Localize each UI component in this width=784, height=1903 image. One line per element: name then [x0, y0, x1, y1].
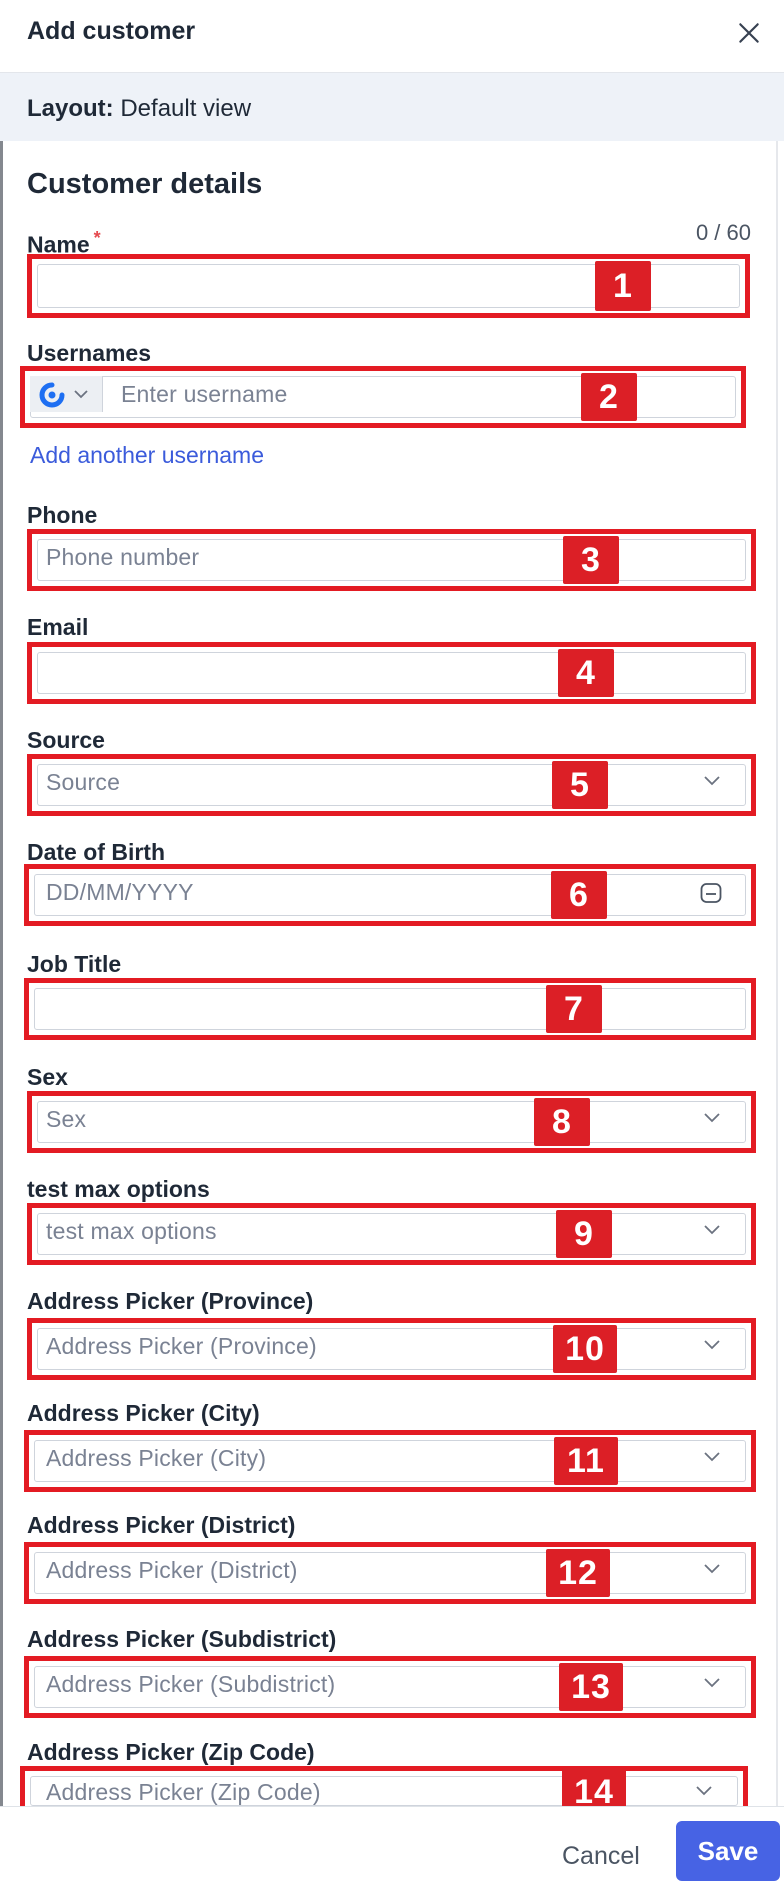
- annotation-badge: 4: [558, 649, 614, 697]
- dialog-header: Add customer: [0, 0, 784, 73]
- layout-value: Default view: [120, 95, 252, 122]
- chevron-down-icon: [704, 1678, 720, 1688]
- zip-code-placeholder: Address Picker (Zip Code): [46, 1779, 321, 1805]
- username-placeholder: Enter username: [121, 381, 288, 407]
- test-max-options-select[interactable]: test max options 9: [27, 1203, 756, 1265]
- channel-logo-icon: [39, 382, 65, 408]
- annotation-badge: 11: [554, 1437, 618, 1485]
- annotation-badge: 6: [551, 871, 607, 919]
- annotation-badge: 5: [552, 761, 608, 809]
- scroll-track: [776, 141, 778, 1806]
- chevron-down-icon: [704, 1564, 720, 1574]
- annotation-badge: 2: [581, 373, 637, 421]
- phone-label: Phone: [27, 502, 98, 528]
- job-title-input[interactable]: 7: [24, 978, 756, 1040]
- layout-label: Layout: Default view: [27, 95, 252, 122]
- job-title-label: Job Title: [27, 951, 122, 977]
- username-channel-select[interactable]: [30, 376, 103, 412]
- layout-bar[interactable]: Layout: Default view: [0, 73, 784, 141]
- zip-code-label: Address Picker (Zip Code): [27, 1739, 315, 1765]
- province-select[interactable]: Address Picker (Province) 10: [27, 1318, 756, 1380]
- sex-label: Sex: [27, 1064, 68, 1090]
- dob-input[interactable]: DD/MM/YYYY 6: [24, 864, 756, 926]
- section-title: Customer details: [27, 168, 263, 200]
- test-max-options-label: test max options: [27, 1176, 210, 1202]
- annotation-badge: 1: [595, 261, 651, 311]
- annotation-badge: 13: [559, 1663, 623, 1711]
- required-marker: *: [93, 228, 101, 248]
- province-label: Address Picker (Province): [27, 1288, 314, 1314]
- dialog-title: Add customer: [27, 17, 196, 45]
- email-label: Email: [27, 614, 89, 640]
- city-select[interactable]: Address Picker (City) 11: [24, 1430, 756, 1492]
- chevron-down-icon: [704, 1113, 720, 1123]
- save-button[interactable]: Save: [676, 1821, 780, 1881]
- sex-placeholder: Sex: [46, 1106, 87, 1132]
- username-input[interactable]: Enter username 2: [20, 366, 746, 428]
- cancel-button[interactable]: Cancel: [562, 1842, 640, 1871]
- subdistrict-select[interactable]: Address Picker (Subdistrict) 13: [24, 1656, 756, 1718]
- city-placeholder: Address Picker (City): [46, 1445, 267, 1471]
- district-label: Address Picker (District): [27, 1512, 296, 1538]
- window-edge: [0, 0, 3, 1902]
- chevron-down-icon: [704, 1452, 720, 1462]
- city-label: Address Picker (City): [27, 1400, 260, 1426]
- subdistrict-placeholder: Address Picker (Subdistrict): [46, 1671, 336, 1697]
- district-placeholder: Address Picker (District): [46, 1557, 298, 1583]
- chevron-down-icon: [704, 1340, 720, 1350]
- province-placeholder: Address Picker (Province): [46, 1333, 317, 1359]
- chevron-down-icon: [696, 1786, 712, 1796]
- subdistrict-label: Address Picker (Subdistrict): [27, 1626, 337, 1652]
- add-username-link[interactable]: Add another username: [30, 442, 264, 469]
- close-icon[interactable]: [736, 20, 762, 46]
- chevron-down-icon: [704, 776, 720, 786]
- sex-select[interactable]: Sex 8: [27, 1091, 756, 1153]
- dob-label: Date of Birth: [27, 839, 165, 865]
- source-placeholder: Source: [46, 769, 121, 795]
- phone-input[interactable]: Phone number 3: [27, 529, 756, 591]
- annotation-badge: 3: [563, 536, 619, 584]
- annotation-badge: 10: [553, 1325, 617, 1373]
- annotation-badge: 12: [546, 1549, 610, 1597]
- phone-placeholder: Phone number: [46, 544, 200, 570]
- dob-placeholder: DD/MM/YYYY: [46, 879, 194, 905]
- dialog-footer: Cancel Save: [0, 1806, 784, 1903]
- name-input[interactable]: 1: [27, 254, 750, 318]
- usernames-label: Usernames: [27, 340, 152, 366]
- annotation-badge: 9: [556, 1210, 612, 1258]
- source-select[interactable]: Source 5: [27, 754, 756, 816]
- calendar-icon[interactable]: [699, 881, 723, 905]
- annotation-badge: 7: [546, 985, 602, 1033]
- test-max-options-placeholder: test max options: [46, 1218, 217, 1244]
- chevron-down-icon: [704, 1225, 720, 1235]
- district-select[interactable]: Address Picker (District) 12: [24, 1542, 756, 1604]
- name-char-counter: 0 / 60: [695, 220, 751, 245]
- annotation-badge: 8: [534, 1098, 590, 1146]
- email-input[interactable]: 4: [27, 642, 756, 704]
- source-label: Source: [27, 727, 105, 753]
- chevron-down-icon: [74, 390, 88, 399]
